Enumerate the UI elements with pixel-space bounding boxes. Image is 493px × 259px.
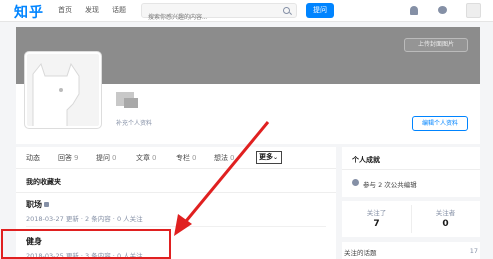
followed-topics-label: 关注的话题	[344, 249, 377, 257]
followers-count: 0	[442, 219, 449, 229]
divider	[342, 169, 480, 170]
following-count: 7	[373, 219, 380, 229]
followed-topics-count: 17	[469, 247, 478, 255]
achievements-heading: 个人成就	[352, 156, 380, 164]
achievements-card: 个人成就 参与 2 次公共编辑	[342, 147, 480, 197]
followed-topics-row[interactable]: 关注的话题 17	[342, 242, 480, 259]
followers-label: 关注者	[435, 209, 456, 217]
followers-stat[interactable]: 关注者 0	[411, 207, 480, 229]
follow-stats-card: 关注了 7 关注者 0	[342, 201, 480, 237]
following-stat[interactable]: 关注了 7	[342, 207, 411, 229]
following-label: 关注了	[366, 209, 387, 217]
public-edit-stat: 参与 2 次公共编辑	[363, 181, 417, 189]
public-edit-icon	[352, 179, 359, 186]
